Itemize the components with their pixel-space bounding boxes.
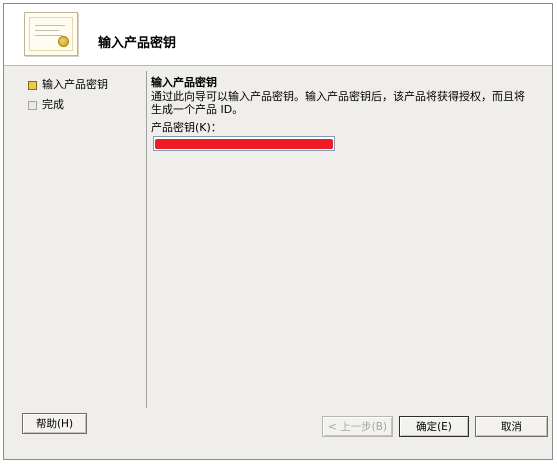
content-description: 通过此向导可以输入产品密钥。输入产品密钥后，该产品将获得授权，而且将生成一个产品… (151, 90, 525, 116)
page-title: 输入产品密钥 (98, 36, 177, 51)
step-label: 完成 (42, 98, 64, 111)
wizard-steps: 输入产品密钥 完成 (28, 78, 108, 118)
product-key-label: 产品密钥(K)： (151, 121, 222, 134)
redaction-mark (155, 139, 333, 149)
back-button[interactable]: < 上一步(B) (322, 416, 393, 437)
step-item-enter-key: 输入产品密钥 (28, 78, 108, 98)
step-pending-bullet-icon (28, 101, 37, 110)
wizard-header: 输入产品密钥 (4, 4, 552, 66)
certificate-icon (24, 12, 78, 56)
step-active-bullet-icon (28, 81, 37, 90)
step-item-complete: 完成 (28, 98, 108, 118)
product-key-wizard: 输入产品密钥 输入产品密钥 完成 输入产品密钥 通过此向导可以输入产品密钥。输入… (3, 3, 553, 460)
vertical-divider (146, 71, 147, 408)
content-title: 输入产品密钥 (151, 76, 217, 89)
ok-button[interactable]: 确定(E) (399, 416, 469, 437)
help-button[interactable]: 帮助(H) (22, 413, 87, 434)
wizard-content: 输入产品密钥 通过此向导可以输入产品密钥。输入产品密钥后，该产品将获得授权，而且… (151, 76, 546, 151)
step-label: 输入产品密钥 (42, 78, 108, 91)
cancel-button[interactable]: 取消 (475, 416, 548, 437)
